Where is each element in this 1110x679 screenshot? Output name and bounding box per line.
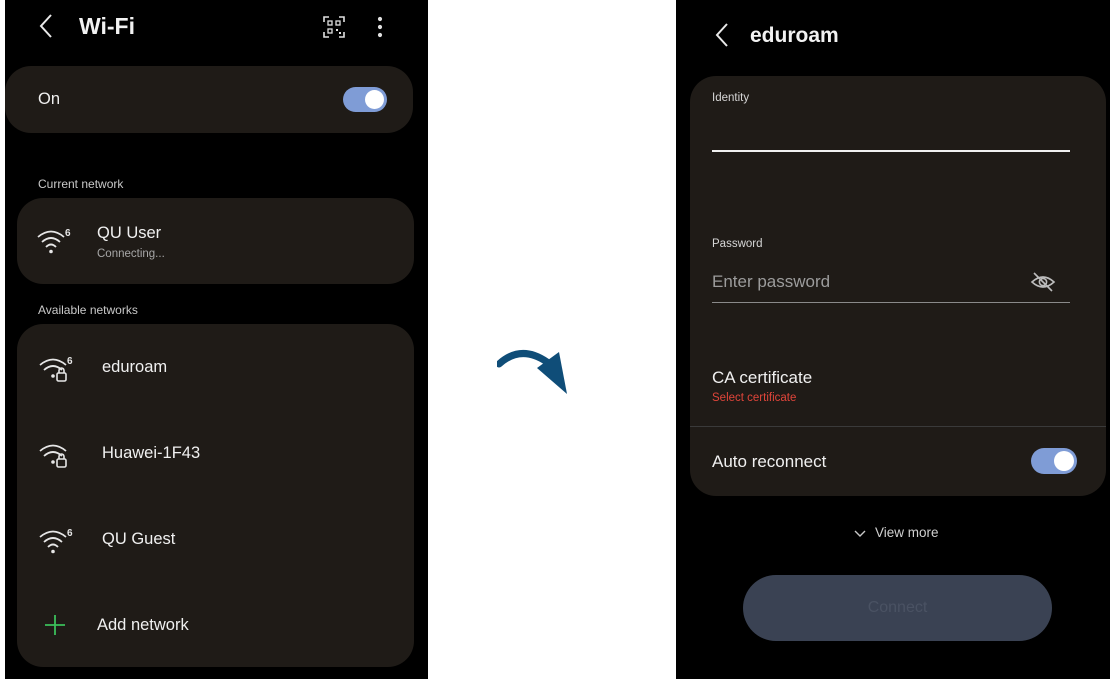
transition-arrow-icon: [497, 350, 567, 394]
network-name: eduroam: [102, 358, 168, 376]
network-name: Huawei-1F43: [102, 444, 201, 462]
wifi-locked-icon: 6: [38, 354, 78, 386]
current-network-section-label: Current network: [38, 177, 124, 191]
qr-code-scan-icon[interactable]: [322, 15, 346, 44]
password-label: Password: [712, 238, 763, 250]
network-item-huawei[interactable]: Huawei-1F43: [17, 420, 414, 484]
wifi-locked-icon: [38, 440, 78, 472]
current-network-status: Connecting...: [97, 248, 165, 260]
svg-text:6: 6: [65, 228, 71, 239]
add-network-button[interactable]: Add network: [17, 592, 414, 656]
back-chevron-icon[interactable]: [714, 22, 730, 48]
chevron-down-icon: [854, 526, 866, 544]
network-config-card: Identity Password Enter password CA cert…: [690, 76, 1106, 496]
plus-icon: [44, 614, 66, 641]
eye-off-icon[interactable]: [1030, 270, 1056, 299]
ca-certificate-row[interactable]: CA certificate Select certificate: [690, 356, 1106, 427]
auto-reconnect-label: Auto reconnect: [712, 452, 827, 471]
toggle-knob: [365, 90, 384, 109]
auto-reconnect-switch[interactable]: [1031, 448, 1077, 474]
identity-label: Identity: [712, 92, 750, 104]
network-item-eduroam[interactable]: 6 eduroam: [17, 334, 414, 398]
available-networks-section-label: Available networks: [38, 303, 138, 317]
page-title: eduroam: [750, 24, 839, 47]
network-name: QU Guest: [102, 530, 176, 548]
wifi-settings-screen: Wi-Fi On Current network 6 QU User Conne…: [5, 0, 428, 679]
ca-certificate-label: CA certificate: [712, 368, 813, 387]
svg-text:6: 6: [67, 528, 73, 539]
wifi-signal-icon: 6: [38, 526, 78, 556]
wifi-toggle-switch[interactable]: [343, 87, 387, 112]
current-network-name: QU User: [97, 224, 162, 242]
current-network-item[interactable]: 6 QU User Connecting...: [17, 198, 414, 284]
identity-input[interactable]: [712, 116, 1070, 152]
more-options-icon[interactable]: [376, 15, 384, 44]
page-title: Wi-Fi: [79, 13, 135, 39]
wifi-signal-icon: 6: [36, 226, 76, 256]
back-chevron-icon[interactable]: [38, 13, 54, 39]
add-network-label: Add network: [97, 616, 189, 634]
wifi-master-toggle-row[interactable]: On: [5, 66, 413, 133]
toggle-knob: [1054, 451, 1074, 471]
eduroam-network-config-screen: eduroam Identity Password Enter password…: [676, 0, 1110, 679]
password-placeholder: Enter password: [712, 272, 831, 291]
password-input[interactable]: Enter password: [712, 262, 1070, 303]
svg-text:6: 6: [67, 356, 73, 367]
auto-reconnect-row[interactable]: Auto reconnect: [690, 428, 1106, 492]
wifi-toggle-label: On: [38, 90, 61, 108]
network-item-qu-guest[interactable]: 6 QU Guest: [17, 506, 414, 570]
ca-certificate-hint: Select certificate: [712, 392, 797, 404]
connect-button[interactable]: Connect: [743, 575, 1052, 641]
available-networks-list: 6 eduroam Huawei-1F43 6 QU Guest Add net…: [17, 324, 414, 667]
view-more-label: View more: [875, 525, 939, 540]
